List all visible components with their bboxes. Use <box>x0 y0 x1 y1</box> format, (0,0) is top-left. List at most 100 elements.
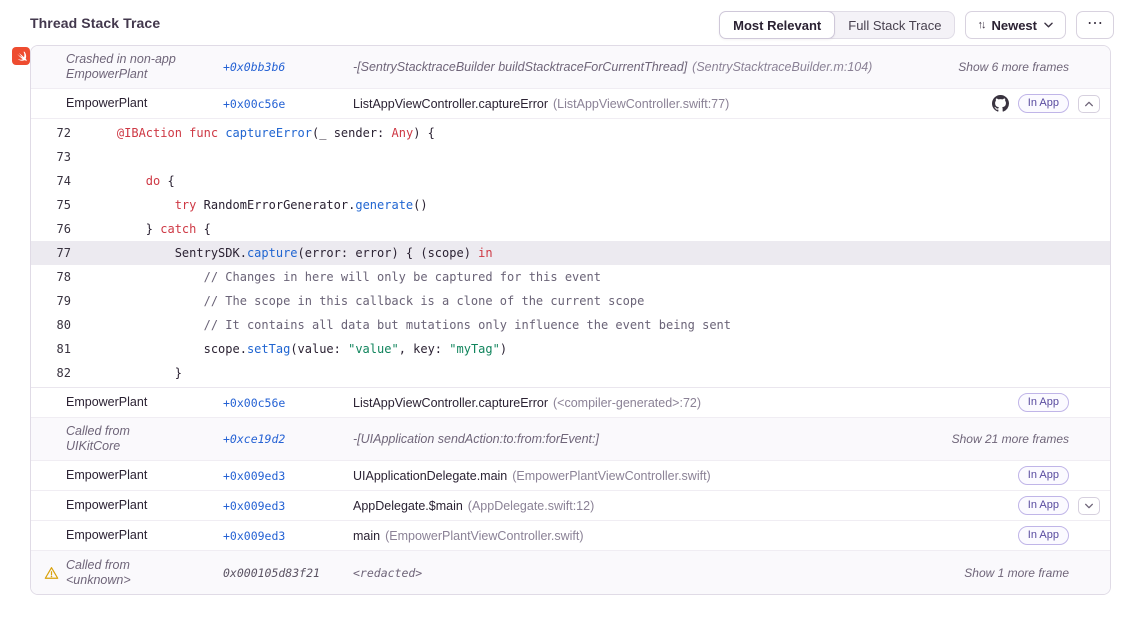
source-file[interactable]: (SentryStacktraceBuilder.m:104) <box>692 60 872 74</box>
frame-address[interactable]: +0x0bb3b6 <box>223 60 353 74</box>
frame-module: Called fromUIKitCore <box>66 424 223 454</box>
frame-function: UIApplicationDelegate.main (EmpowerPlantV… <box>353 469 1018 483</box>
code-line: 82 } <box>31 361 1110 385</box>
show-more-frames[interactable]: Show 6 more frames <box>958 60 1069 74</box>
in-app-badge: In App <box>1018 393 1069 412</box>
swift-icon <box>12 47 30 65</box>
chevron-down-icon <box>1043 21 1054 29</box>
code-line: 75 try RandomErrorGenerator.generate() <box>31 193 1110 217</box>
frame-function: <redacted> <box>353 566 964 580</box>
frame-module: EmpowerPlant <box>66 96 223 111</box>
most-relevant-button[interactable]: Most Relevant <box>719 11 835 39</box>
function-name: UIApplicationDelegate.main <box>353 469 507 483</box>
in-app-badge: In App <box>1018 466 1069 485</box>
in-app-badge: In App <box>1018 94 1069 113</box>
code-line: 72 @IBAction func captureError(_ sender:… <box>31 121 1110 145</box>
frame-actions: Show 6 more frames <box>958 60 1100 74</box>
function-name: main <box>353 529 380 543</box>
code-text: SentrySDK.capture(error: error) { (scope… <box>88 241 493 265</box>
function-name: ListAppViewController.captureError <box>353 396 548 410</box>
stack-frame-row[interactable]: EmpowerPlant+0x00c56eListAppViewControll… <box>31 89 1110 119</box>
frame-actions: Show 1 more frame <box>964 566 1100 580</box>
line-number: 74 <box>31 169 71 193</box>
github-icon[interactable] <box>992 95 1009 112</box>
spacer <box>1078 394 1100 412</box>
code-line: 78 // Changes in here will only be captu… <box>31 265 1110 289</box>
collapse-frame-button[interactable] <box>1078 95 1100 113</box>
code-line: 77 SentrySDK.capture(error: error) { (sc… <box>31 241 1110 265</box>
frame-address[interactable]: +0x009ed3 <box>223 499 353 513</box>
stack-frame-row[interactable]: EmpowerPlant+0x00c56eListAppViewControll… <box>31 388 1110 418</box>
warning-icon <box>44 565 59 580</box>
source-file[interactable]: (EmpowerPlantViewController.swift) <box>385 529 583 543</box>
sort-label: Newest <box>991 18 1037 33</box>
code-text: do { <box>88 169 175 193</box>
chevron-up-icon <box>1084 100 1094 108</box>
source-file[interactable]: (ListAppViewController.swift:77) <box>553 97 729 111</box>
code-text: // The scope in this callback is a clone… <box>88 289 644 313</box>
expand-frame-button[interactable] <box>1078 497 1100 515</box>
view-toggle: Most Relevant Full Stack Trace <box>719 11 955 39</box>
line-number: 77 <box>31 241 71 265</box>
page-title: Thread Stack Trace <box>30 15 160 31</box>
line-number: 81 <box>31 337 71 361</box>
frame-function: AppDelegate.$main(AppDelegate.swift:12) <box>353 499 1018 513</box>
frame-function: ListAppViewController.captureError (<comp… <box>353 396 1018 410</box>
frame-module: EmpowerPlant <box>66 528 223 543</box>
frame-function: -[SentryStacktraceBuilder buildStacktrac… <box>353 60 958 74</box>
frame-actions: In App <box>1018 393 1100 412</box>
frame-module: EmpowerPlant <box>66 468 223 483</box>
frame-module: Called from<unknown> <box>66 558 223 588</box>
code-text: // Changes in here will only be captured… <box>88 265 601 289</box>
stack-frame-row[interactable]: EmpowerPlant+0x009ed3AppDelegate.$main(A… <box>31 491 1110 521</box>
more-options-button[interactable]: ⋯ <box>1076 11 1114 39</box>
frame-address: 0x000105d83f21 <box>223 566 353 580</box>
source-file[interactable]: (EmpowerPlantViewController.swift) <box>512 469 710 483</box>
code-line: 73 <box>31 145 1110 169</box>
show-more-frames[interactable]: Show 1 more frame <box>964 566 1069 580</box>
stack-frame-row[interactable]: EmpowerPlant+0x009ed3main (EmpowerPlantVi… <box>31 521 1110 551</box>
code-text: try RandomErrorGenerator.generate() <box>88 193 428 217</box>
code-text: // It contains all data but mutations on… <box>88 313 731 337</box>
frame-address[interactable]: +0x009ed3 <box>223 529 353 543</box>
line-number: 80 <box>31 313 71 337</box>
spacer <box>1078 467 1100 485</box>
code-line: 79 // The scope in this callback is a cl… <box>31 289 1110 313</box>
function-name: <redacted> <box>353 566 422 580</box>
full-stack-trace-button[interactable]: Full Stack Trace <box>835 12 954 38</box>
function-name: -[SentryStacktraceBuilder buildStacktrac… <box>353 60 687 74</box>
frame-address[interactable]: +0x00c56e <box>223 97 353 111</box>
stack-frame-row[interactable]: Called fromUIKitCore+0xce19d2-[UIApplica… <box>31 418 1110 461</box>
code-text: } catch { <box>88 217 211 241</box>
frame-function: -[UIApplication sendAction:to:from:forEv… <box>353 432 952 446</box>
frame-actions: Show 21 more frames <box>952 432 1100 446</box>
code-text: scope.setTag(value: "value", key: "myTag… <box>88 337 507 361</box>
frame-module: EmpowerPlant <box>66 498 223 513</box>
stack-frame-row[interactable]: EmpowerPlant+0x009ed3UIApplicationDelega… <box>31 461 1110 491</box>
ellipsis-icon: ⋯ <box>1087 13 1103 33</box>
frame-function: ListAppViewController.captureError(ListA… <box>353 97 992 111</box>
frame-function: main (EmpowerPlantViewController.swift) <box>353 529 1018 543</box>
frame-actions: In App <box>992 94 1100 113</box>
frame-address[interactable]: +0xce19d2 <box>223 432 353 446</box>
show-more-frames[interactable]: Show 21 more frames <box>952 432 1069 446</box>
frame-actions: In App <box>1018 466 1100 485</box>
in-app-badge: In App <box>1018 496 1069 515</box>
stack-trace-panel: Crashed in non-appEmpowerPlant+0x0bb3b6-… <box>30 45 1111 595</box>
code-line: 74 do { <box>31 169 1110 193</box>
header-controls: Most Relevant Full Stack Trace ↑↓ Newest… <box>719 11 1114 39</box>
frame-address[interactable]: +0x009ed3 <box>223 469 353 483</box>
stack-frame-row[interactable]: Crashed in non-appEmpowerPlant+0x0bb3b6-… <box>31 46 1110 89</box>
frame-address[interactable]: +0x00c56e <box>223 396 353 410</box>
stack-frame-row[interactable]: Called from<unknown>0x000105d83f21<redac… <box>31 551 1110 594</box>
line-number: 76 <box>31 217 71 241</box>
frame-actions: In App <box>1018 526 1100 545</box>
sort-newest-button[interactable]: ↑↓ Newest <box>965 11 1066 39</box>
line-number: 78 <box>31 265 71 289</box>
source-file[interactable]: (<compiler-generated>:72) <box>553 396 701 410</box>
line-number: 72 <box>31 121 71 145</box>
code-text: @IBAction func captureError(_ sender: An… <box>88 121 435 145</box>
frame-actions: In App <box>1018 496 1100 515</box>
source-file[interactable]: (AppDelegate.swift:12) <box>468 499 594 513</box>
source-code-context: 72 @IBAction func captureError(_ sender:… <box>31 119 1110 388</box>
